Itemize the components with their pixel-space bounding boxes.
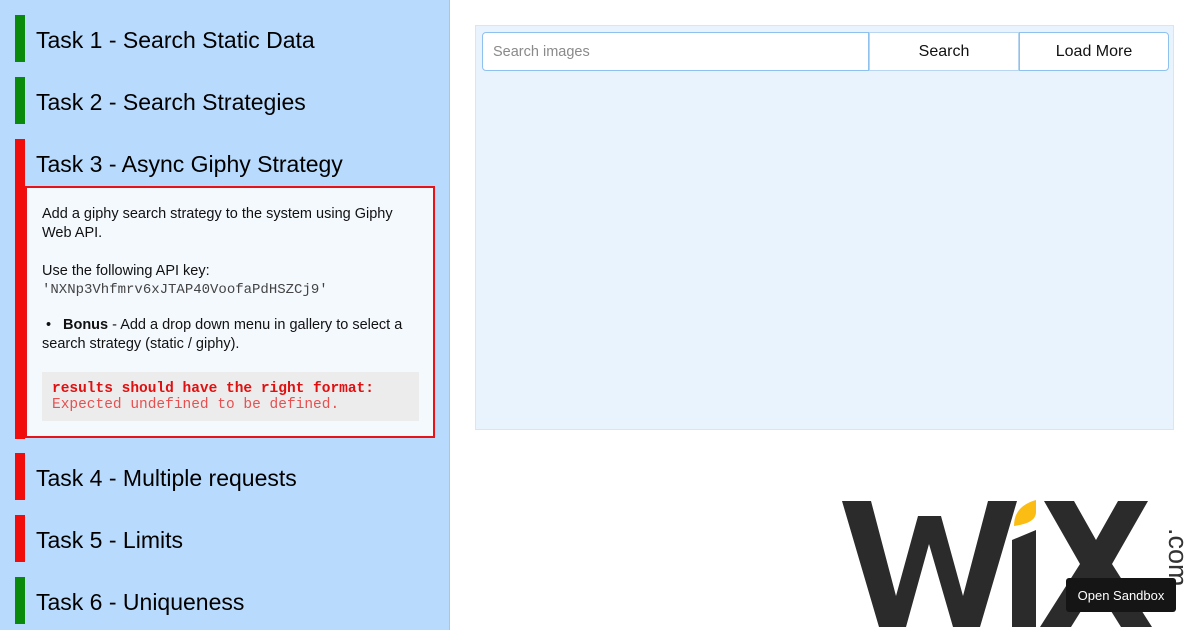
task-description: Add a giphy search strategy to the syste… bbox=[42, 206, 393, 241]
test-error-box: results should have the right format: Ex… bbox=[42, 372, 419, 421]
task-title: Task 4 - Multiple requests bbox=[36, 465, 297, 491]
status-indicator bbox=[15, 15, 25, 62]
task-item-3[interactable]: Task 3 - Async Giphy Strategy Add a giph… bbox=[15, 139, 435, 439]
task-item-4[interactable]: Task 4 - Multiple requests bbox=[15, 453, 435, 500]
task-title: Task 5 - Limits bbox=[36, 527, 183, 553]
wix-logo-i bbox=[1012, 530, 1036, 627]
search-button[interactable]: Search bbox=[869, 32, 1019, 71]
task-title: Task 1 - Search Static Data bbox=[36, 27, 315, 53]
status-indicator bbox=[15, 515, 25, 562]
task-title: Task 2 - Search Strategies bbox=[36, 89, 306, 115]
load-more-button[interactable]: Load More bbox=[1019, 32, 1169, 71]
api-key-value: 'NXNp3Vhfmrv6xJTAP40VoofaPdHSZCj9' bbox=[42, 282, 328, 298]
wix-logo-w bbox=[842, 501, 1017, 627]
error-message: Expected undefined to be defined. bbox=[52, 397, 340, 413]
status-indicator bbox=[15, 453, 25, 500]
task-sidebar: Task 1 - Search Static Data Task 2 - Sea… bbox=[0, 0, 450, 630]
task-title: Task 6 - Uniqueness bbox=[36, 589, 245, 615]
wix-logo-dot bbox=[1014, 500, 1036, 526]
bullet-icon: • bbox=[42, 317, 52, 333]
task-item-5[interactable]: Task 5 - Limits bbox=[15, 515, 435, 562]
search-input[interactable] bbox=[482, 32, 869, 71]
bonus-item: • Bonus - Add a drop down menu in gallery… bbox=[42, 316, 422, 354]
task-title: Task 3 - Async Giphy Strategy bbox=[36, 151, 343, 177]
status-indicator bbox=[15, 77, 25, 124]
status-indicator bbox=[15, 139, 25, 439]
task-item-1[interactable]: Task 1 - Search Static Data bbox=[15, 15, 435, 62]
status-indicator bbox=[15, 577, 25, 624]
open-sandbox-button[interactable]: Open Sandbox bbox=[1066, 578, 1176, 612]
api-key-label: Use the following API key: bbox=[42, 263, 210, 279]
error-title: results should have the right format: bbox=[52, 381, 374, 397]
task-item-6[interactable]: Task 6 - Uniqueness bbox=[15, 577, 435, 624]
task-details-panel: Add a giphy search strategy to the syste… bbox=[25, 186, 435, 438]
image-gallery: Search Load More bbox=[475, 25, 1174, 430]
bonus-label: Bonus bbox=[63, 317, 109, 333]
task-item-2[interactable]: Task 2 - Search Strategies bbox=[15, 77, 435, 124]
